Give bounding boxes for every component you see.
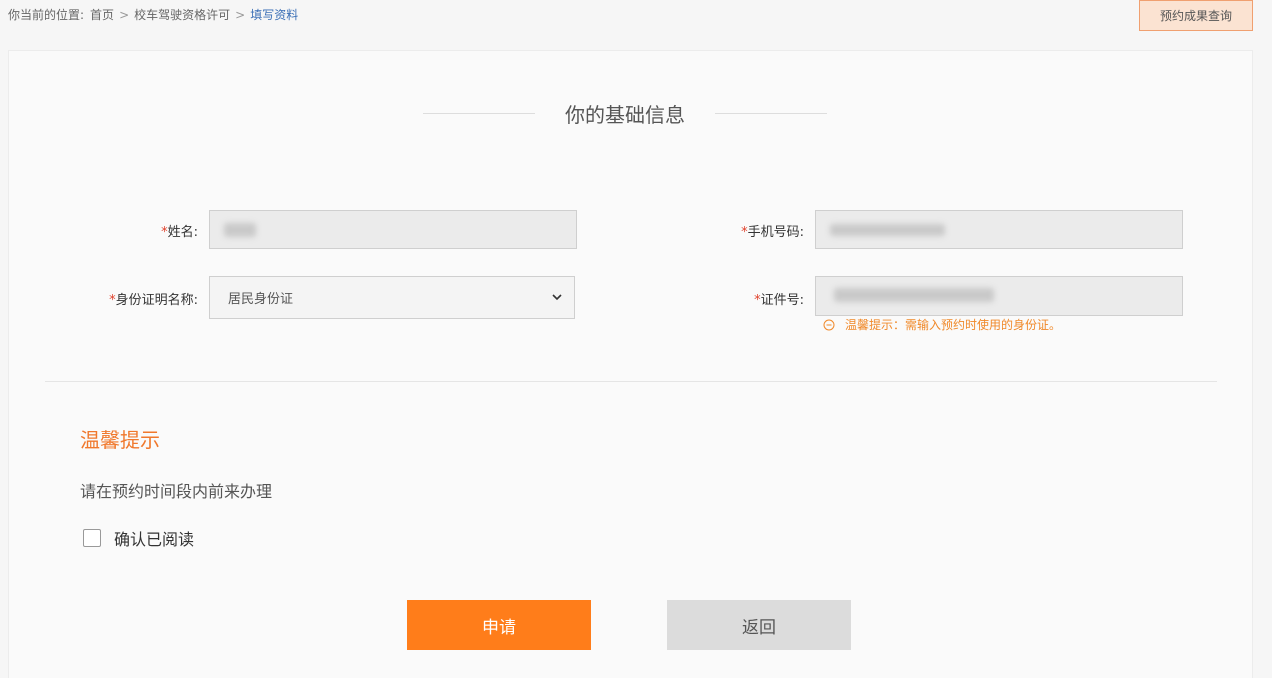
breadcrumb: 你当前的位置: 首页 > 校车驾驶资格许可 > 填写资料	[8, 6, 298, 23]
name-label: *姓名:	[120, 221, 198, 240]
section-divider	[45, 381, 1217, 382]
tips-title: 温馨提示	[80, 428, 160, 452]
id-number-hint: 温馨提示：需输入预约时使用的身份证。	[823, 316, 1061, 333]
name-label-text: 姓名:	[167, 225, 198, 240]
id-number-hint-text: 温馨提示：需输入预约时使用的身份证。	[845, 318, 1062, 332]
redacted-value	[834, 288, 994, 302]
breadcrumb-home[interactable]: 首页	[90, 6, 114, 23]
confirm-read-label[interactable]: 确认已阅读	[114, 526, 194, 550]
breadcrumb-prefix: 你当前的位置:	[8, 8, 85, 22]
breadcrumb-separator-icon: >	[235, 7, 246, 22]
tips-text: 请在预约时间段内前来办理	[80, 482, 273, 501]
id-number-label: *证件号:	[700, 289, 804, 308]
confirm-read-checkbox[interactable]	[83, 529, 101, 547]
breadcrumb-current: 填写资料	[250, 8, 299, 22]
id-number-label-text: 证件号:	[760, 293, 804, 308]
title-line-right	[715, 112, 827, 114]
chevron-down-icon	[552, 294, 562, 301]
id-type-label: *身份证明名称:	[80, 289, 198, 308]
redacted-value	[830, 224, 945, 236]
apply-button[interactable]: 申请	[407, 600, 591, 650]
phone-input[interactable]	[815, 210, 1183, 249]
form-card	[8, 50, 1253, 678]
name-input[interactable]	[209, 210, 577, 249]
appointment-query-button[interactable]: 预约成果查询	[1139, 0, 1253, 31]
id-type-selected-value: 居民身份证	[228, 292, 294, 307]
phone-label: *手机号码:	[700, 221, 804, 240]
breadcrumb-separator-icon: >	[119, 7, 130, 22]
breadcrumb-service[interactable]: 校车驾驶资格许可	[134, 6, 230, 23]
id-type-label-text: 身份证明名称:	[115, 293, 198, 308]
id-number-input[interactable]	[815, 276, 1183, 316]
id-type-select[interactable]: 居民身份证	[209, 276, 575, 319]
back-button[interactable]: 返回	[667, 600, 851, 650]
section-title-text: 你的基础信息	[565, 102, 685, 127]
title-line-left	[423, 112, 535, 114]
redacted-value	[224, 223, 256, 237]
info-circle-icon	[823, 319, 835, 330]
phone-label-text: 手机号码:	[747, 225, 804, 240]
section-title: 你的基础信息	[405, 95, 845, 131]
confirm-read[interactable]: 确认已阅读	[83, 526, 194, 550]
